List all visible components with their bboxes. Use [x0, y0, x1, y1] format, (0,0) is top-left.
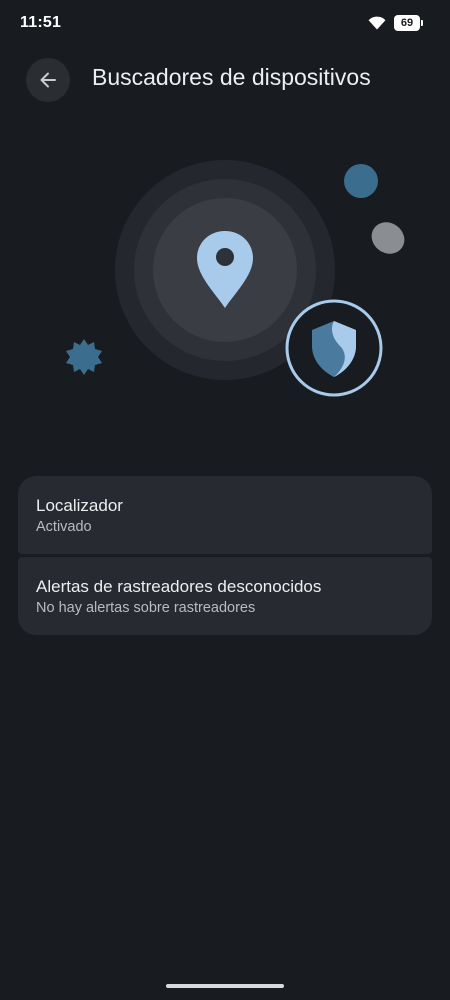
screen: 11:51 69 Buscadores de dispositivos Loca…: [0, 0, 450, 1000]
status-icons: 69: [368, 15, 423, 31]
back-button[interactable]: [26, 58, 70, 102]
battery-icon: 69: [394, 15, 423, 31]
settings-item-title: Alertas de rastreadores desconocidos: [36, 577, 322, 596]
settings-list: Localizador Activado Alertas de rastread…: [18, 476, 432, 635]
device-finder-illustration: [0, 140, 450, 430]
battery-level: 69: [400, 16, 414, 29]
settings-item-subtitle: No hay alertas sobre rastreadores: [36, 600, 256, 616]
home-indicator[interactable]: [166, 984, 284, 988]
settings-item-title: Localizador: [36, 496, 123, 515]
shield-icon: [285, 299, 383, 397]
settings-item-localizador[interactable]: Localizador Activado: [18, 476, 432, 554]
settings-item-unknown-tracker-alerts[interactable]: Alertas de rastreadores desconocidos No …: [18, 557, 432, 635]
arrow-back-icon: [40, 72, 56, 88]
status-bar: 11:51 69: [0, 0, 450, 48]
decor-dot-blue: [344, 164, 378, 198]
badge-star-icon: [66, 339, 102, 375]
status-time: 11:51: [20, 14, 62, 31]
decor-pill-grey: [371, 222, 405, 254]
settings-item-subtitle: Activado: [36, 519, 92, 535]
page-title: Buscadores de dispositivos: [92, 64, 371, 90]
wifi-icon: [368, 16, 386, 30]
